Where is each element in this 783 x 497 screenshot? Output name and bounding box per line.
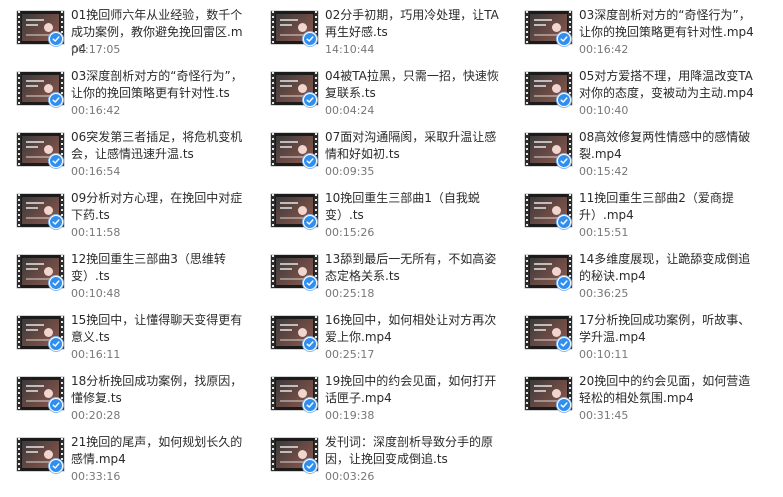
- file-item[interactable]: 09分析对方心理，在挽回中对症下药.ts 00:11:58: [0, 183, 252, 241]
- file-item[interactable]: 08高效修复两性情感中的感情破裂.mp4 00:15:42: [508, 122, 760, 180]
- file-name: 04被TA拉黑，只需一招，快速恢复联系.ts: [325, 69, 499, 100]
- sync-check-icon: [557, 398, 571, 412]
- file-item[interactable]: 11挽回重生三部曲2（爱商提升）.mp4 00:15:51: [508, 183, 760, 241]
- sync-check-icon: [49, 459, 63, 473]
- file-item[interactable]: 15挽回中，让懂得聊天变得更有意义.ts 00:16:11: [0, 305, 252, 363]
- sync-check-icon: [303, 32, 317, 46]
- file-name: 05对方爱搭不理，用降温改变TA对你的态度，变被动为主动.mp4: [579, 69, 754, 100]
- file-name: 08高效修复两性情感中的感情破裂.mp4: [579, 130, 751, 161]
- file-name: 03深度剖析对方的“奇怪行为”，让你的挽回策略更有针对性.ts: [71, 69, 243, 100]
- file-name: 09分析对方心理，在挽回中对症下药.ts: [71, 191, 243, 222]
- file-duration: 00:10:11: [579, 348, 629, 361]
- sync-check-icon: [49, 215, 63, 229]
- sync-check-icon: [303, 398, 317, 412]
- file-name: 17分析挽回成功案例，听故事、学升温.mp4: [579, 313, 751, 344]
- file-duration: 00:17:05: [71, 43, 121, 56]
- file-item[interactable]: 21挽回的尾声，如何规划长久的感情.mp4 00:33:16: [0, 427, 252, 485]
- file-duration: 00:19:38: [325, 409, 375, 422]
- sync-check-icon: [49, 32, 63, 46]
- sync-check-icon: [49, 276, 63, 290]
- sync-check-icon: [49, 398, 63, 412]
- sync-check-icon: [303, 459, 317, 473]
- sync-check-icon: [557, 337, 571, 351]
- file-duration: 00:10:40: [579, 104, 629, 117]
- file-duration: 00:36:25: [579, 287, 629, 300]
- file-item[interactable]: 04被TA拉黑，只需一招，快速恢复联系.ts 00:04:24: [254, 61, 506, 119]
- file-item[interactable]: 05对方爱搭不理，用降温改变TA对你的态度，变被动为主动.mp4 00:10:40: [508, 61, 760, 119]
- sync-check-icon: [557, 215, 571, 229]
- file-duration: 00:15:42: [579, 165, 629, 178]
- file-duration: 00:20:28: [71, 409, 121, 422]
- file-name: 15挽回中，让懂得聊天变得更有意义.ts: [71, 313, 243, 344]
- file-name: 21挽回的尾声，如何规划长久的感情.mp4: [71, 435, 243, 466]
- file-duration: 00:03:26: [325, 470, 375, 483]
- file-name: 03深度剖析对方的“奇怪行为”，让你的挽回策略更有针对性.mp4: [579, 8, 754, 39]
- sync-check-icon: [49, 93, 63, 107]
- file-name: 13舔到最后一无所有，不如高姿态定格关系.ts: [325, 252, 497, 283]
- file-name: 18分析挽回成功案例，找原因，懂修复.ts: [71, 374, 243, 405]
- sync-check-icon: [49, 337, 63, 351]
- file-duration: 00:16:54: [71, 165, 121, 178]
- file-item[interactable]: 18分析挽回成功案例，找原因，懂修复.ts 00:20:28: [0, 366, 252, 424]
- file-item[interactable]: 01挽回师六年从业经验，数千个成功案例，教你避免挽回雷区.mp4 00:17:05: [0, 0, 252, 58]
- file-name: 14多维度展现，让跪舔变成倒追的秘诀.mp4: [579, 252, 751, 283]
- file-duration: 00:16:42: [71, 104, 121, 117]
- file-name: 发刊词：深度剖析导致分手的原因，让挽回变成倒追.ts: [325, 435, 494, 466]
- file-item[interactable]: 20挽回中的约会见面，如何营造轻松的相处氛围.mp4 00:31:45: [508, 366, 760, 424]
- file-duration: 00:16:42: [579, 43, 629, 56]
- file-item[interactable]: 19挽回中的约会见面，如何打开话匣子.mp4 00:19:38: [254, 366, 506, 424]
- file-item[interactable]: 17分析挽回成功案例，听故事、学升温.mp4 00:10:11: [508, 305, 760, 363]
- file-item[interactable]: 07面对沟通隔阂，采取升温让感情和好如初.ts 00:09:35: [254, 122, 506, 180]
- file-name: 12挽回重生三部曲3（思维转变）.ts: [71, 252, 226, 283]
- file-duration: 00:04:24: [325, 104, 375, 117]
- file-item[interactable]: 13舔到最后一无所有，不如高姿态定格关系.ts 00:25:18: [254, 244, 506, 302]
- sync-check-icon: [557, 276, 571, 290]
- file-name: 10挽回重生三部曲1（自我蜕变）.ts: [325, 191, 480, 222]
- file-name: 11挽回重生三部曲2（爱商提升）.mp4: [579, 191, 734, 222]
- file-duration: 00:25:17: [325, 348, 375, 361]
- file-item[interactable]: 03深度剖析对方的“奇怪行为”，让你的挽回策略更有针对性.ts 00:16:42: [0, 61, 252, 119]
- sync-check-icon: [303, 154, 317, 168]
- file-item[interactable]: 16挽回中，如何相处让对方再次爱上你.mp4 00:25:17: [254, 305, 506, 363]
- file-item[interactable]: 06突发第三者插足，将危机变机会，让感情迅速升温.ts 00:16:54: [0, 122, 252, 180]
- file-item[interactable]: 14多维度展现，让跪舔变成倒追的秘诀.mp4 00:36:25: [508, 244, 760, 302]
- file-name: 06突发第三者插足，将危机变机会，让感情迅速升温.ts: [71, 130, 243, 161]
- file-duration: 00:31:45: [579, 409, 629, 422]
- file-duration: 00:15:51: [579, 226, 629, 239]
- sync-check-icon: [303, 215, 317, 229]
- file-duration: 00:16:11: [71, 348, 121, 361]
- file-duration: 00:15:26: [325, 226, 375, 239]
- file-item[interactable]: 12挽回重生三部曲3（思维转变）.ts 00:10:48: [0, 244, 252, 302]
- file-grid: 01挽回师六年从业经验，数千个成功案例，教你避免挽回雷区.mp4 00:17:05…: [0, 0, 783, 497]
- sync-check-icon: [303, 276, 317, 290]
- file-name: 02分手初期，巧用冷处理，让TA再生好感.ts: [325, 8, 499, 39]
- sync-check-icon: [49, 154, 63, 168]
- sync-check-icon: [303, 93, 317, 107]
- file-item[interactable]: 发刊词：深度剖析导致分手的原因，让挽回变成倒追.ts 00:03:26: [254, 427, 506, 485]
- file-item[interactable]: 03深度剖析对方的“奇怪行为”，让你的挽回策略更有针对性.mp4 00:16:42: [508, 0, 760, 58]
- file-duration: 00:10:48: [71, 287, 121, 300]
- file-item[interactable]: 02分手初期，巧用冷处理，让TA再生好感.ts 14:10:44: [254, 0, 506, 58]
- sync-check-icon: [557, 32, 571, 46]
- sync-check-icon: [557, 93, 571, 107]
- file-duration: 00:11:58: [71, 226, 121, 239]
- file-duration: 00:25:18: [325, 287, 375, 300]
- sync-check-icon: [557, 154, 571, 168]
- file-name: 20挽回中的约会见面，如何营造轻松的相处氛围.mp4: [579, 374, 751, 405]
- file-item[interactable]: 10挽回重生三部曲1（自我蜕变）.ts 00:15:26: [254, 183, 506, 241]
- file-duration: 14:10:44: [325, 43, 375, 56]
- file-name: 19挽回中的约会见面，如何打开话匣子.mp4: [325, 374, 497, 405]
- file-duration: 00:33:16: [71, 470, 121, 483]
- file-duration: 00:09:35: [325, 165, 375, 178]
- file-name: 16挽回中，如何相处让对方再次爱上你.mp4: [325, 313, 497, 344]
- sync-check-icon: [303, 337, 317, 351]
- file-name: 07面对沟通隔阂，采取升温让感情和好如初.ts: [325, 130, 497, 161]
